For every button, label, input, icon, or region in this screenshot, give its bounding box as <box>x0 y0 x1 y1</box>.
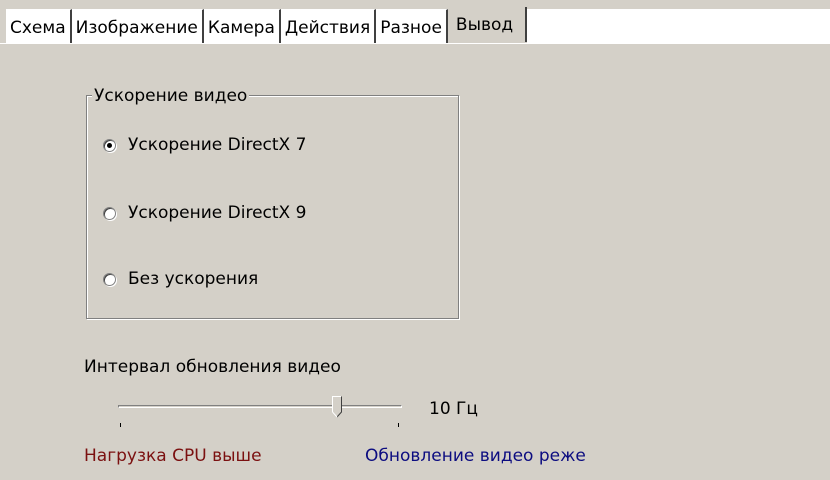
radio-selected-dot <box>107 142 112 148</box>
tab-strip: Схема Изображение Камера Действия Разное… <box>0 0 830 44</box>
radio-button-icon[interactable] <box>103 138 116 152</box>
radio-no-acceleration-label: Без ускорения <box>128 269 259 289</box>
radio-button-icon[interactable] <box>103 272 116 286</box>
video-acceleration-group-title: Ускорение видео <box>92 86 250 106</box>
radio-directx7-label: Ускорение DirectX 7 <box>128 135 307 155</box>
refresh-interval-slider[interactable] <box>118 396 402 427</box>
slider-thumb[interactable] <box>331 396 342 418</box>
tab-strip-border <box>0 43 830 44</box>
refresh-interval-label: Интервал обновления видео <box>84 357 341 377</box>
tab-camera[interactable]: Камера <box>203 9 281 44</box>
cpu-load-hint: Нагрузка CPU выше <box>84 446 262 466</box>
radio-directx9[interactable]: Ускорение DirectX 9 <box>103 203 306 223</box>
tab-scheme[interactable]: Схема <box>6 9 72 44</box>
slider-track[interactable] <box>118 405 402 408</box>
tab-image[interactable]: Изображение <box>71 9 204 44</box>
slider-tick-min <box>120 423 121 427</box>
tab-strip-fill <box>527 9 830 44</box>
radio-directx9-label: Ускорение DirectX 9 <box>128 203 307 223</box>
refresh-rate-value: 10 Гц <box>429 399 478 419</box>
slider-tick-max <box>398 423 399 427</box>
radio-directx7[interactable]: Ускорение DirectX 7 <box>103 135 306 155</box>
video-refresh-hint: Обновление видео реже <box>365 446 586 466</box>
tab-actions[interactable]: Действия <box>280 9 377 44</box>
tab-list: Схема Изображение Камера Действия Разное… <box>6 7 528 44</box>
radio-button-icon[interactable] <box>103 206 116 220</box>
tab-output[interactable]: Вывод <box>447 7 528 42</box>
radio-no-acceleration[interactable]: Без ускорения <box>103 269 258 289</box>
tab-misc[interactable]: Разное <box>376 9 448 44</box>
